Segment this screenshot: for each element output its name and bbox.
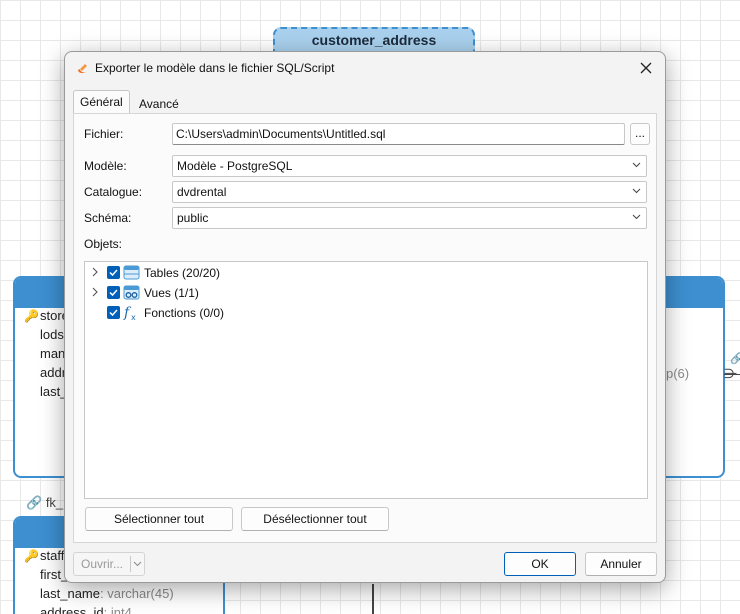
relationship-label: 🔗 fk_: [26, 495, 64, 510]
deselect-all-button[interactable]: Désélectionner tout: [241, 507, 389, 531]
entity-column: address_id: int4: [40, 605, 132, 614]
open-split-button[interactable]: Ouvrir...: [73, 552, 145, 576]
ok-button[interactable]: OK: [504, 552, 576, 576]
tree-item-views[interactable]: Vues (1/1): [85, 283, 647, 303]
app-icon: [78, 64, 87, 74]
link-icon: 🔗: [730, 353, 740, 365]
schema-select[interactable]: public: [172, 207, 647, 229]
tab-general[interactable]: Général: [73, 90, 130, 114]
functions-checkbox[interactable]: [107, 306, 120, 319]
view-icon: [123, 285, 140, 300]
schema-label: Schéma:: [84, 211, 132, 225]
catalog-select[interactable]: dvdrental: [172, 181, 647, 203]
chevron-down-icon: [632, 162, 641, 168]
function-icon: f x: [123, 305, 136, 321]
schema-select-value: public: [177, 211, 209, 225]
entity-column: man: [40, 346, 66, 361]
entity-title: customer_address: [311, 32, 437, 48]
catalog-label: Catalogue:: [84, 185, 143, 199]
tree-item-label: Tables (20/20): [144, 266, 221, 280]
chevron-right-icon[interactable]: [90, 286, 100, 298]
objects-tree[interactable]: Tables (20/20) Vues (1/1) f x Fonctions …: [84, 261, 648, 499]
open-button[interactable]: Ouvrir...: [74, 553, 130, 575]
split-divider: [130, 556, 131, 572]
close-icon: [640, 62, 652, 74]
tree-item-label: Vues (1/1): [144, 286, 199, 300]
table-icon: [123, 265, 140, 280]
model-select[interactable]: Modèle - PostgreSQL: [172, 155, 647, 177]
entity-column-type: p(6): [666, 366, 690, 381]
chevron-down-icon: [632, 214, 641, 220]
general-panel: Fichier: C:\Users\admin\Documents\Untitl…: [73, 113, 657, 543]
dialog-titlebar[interactable]: Exporter le modèle dans le fichier SQL/S…: [65, 52, 665, 84]
entity-column: addr: [40, 365, 67, 380]
tree-item-label: Fonctions (0/0): [144, 306, 225, 320]
tables-checkbox[interactable]: [107, 266, 120, 279]
cancel-button[interactable]: Annuler: [585, 552, 657, 576]
close-button[interactable]: [635, 57, 657, 79]
catalog-select-value: dvdrental: [177, 185, 227, 199]
svg-text:x: x: [131, 313, 136, 321]
entity-column: staff: [40, 548, 65, 563]
crows-foot-icon: ⋺: [724, 366, 737, 381]
relationship-line[interactable]: [372, 584, 374, 614]
tree-item-tables[interactable]: Tables (20/20): [85, 263, 647, 283]
browse-button[interactable]: ...: [630, 123, 650, 145]
select-all-button[interactable]: Sélectionner tout: [85, 507, 233, 531]
export-sql-dialog: Exporter le modèle dans le fichier SQL/S…: [64, 51, 666, 583]
dialog-title: Exporter le modèle dans le fichier SQL/S…: [95, 61, 335, 75]
primary-key-icon: 🔑: [24, 309, 39, 323]
objects-label: Objets:: [84, 237, 123, 251]
file-label: Fichier:: [84, 127, 124, 141]
chevron-down-icon[interactable]: [133, 559, 142, 568]
primary-key-icon: 🔑: [24, 549, 39, 563]
views-checkbox[interactable]: [107, 286, 120, 299]
entity-column: last_name: varchar(45): [40, 586, 174, 601]
entity-column: lods: [40, 327, 64, 342]
tree-item-functions[interactable]: f x Fonctions (0/0): [85, 303, 647, 323]
model-label: Modèle:: [84, 159, 127, 173]
model-select-value: Modèle - PostgreSQL: [177, 159, 293, 173]
chevron-down-icon: [632, 188, 641, 194]
chevron-right-icon[interactable]: [90, 266, 100, 278]
file-path-input[interactable]: C:\Users\admin\Documents\Untitled.sql: [172, 123, 625, 145]
